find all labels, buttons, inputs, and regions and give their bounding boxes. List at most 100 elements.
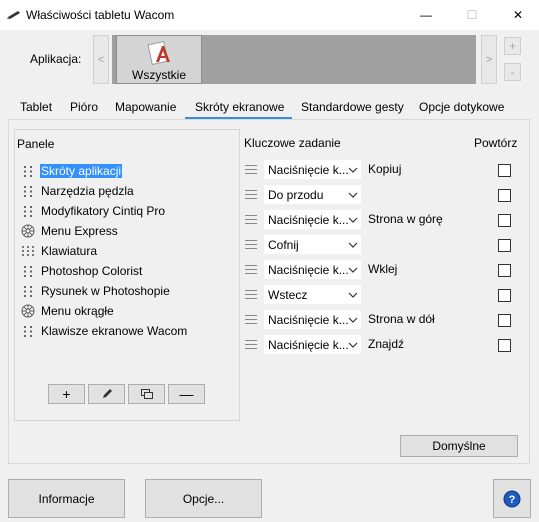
action-dropdown-value: Naciśnięcie k... [268,213,349,227]
duplicate-icon [140,389,153,399]
duplicate-panel-button[interactable] [128,384,165,404]
action-dropdown[interactable]: Wstecz [263,284,362,305]
defaults-button[interactable]: Domyślne [400,435,518,457]
grid-panel-icon [21,184,35,198]
tab-touch-options[interactable]: Opcje dotykowe [419,97,504,119]
drag-handle-icon[interactable] [245,290,257,299]
all-apps-icon [147,40,170,66]
tab-pen[interactable]: Pióro [70,97,98,119]
action-dropdown[interactable]: Do przodu [263,184,362,205]
repeat-checkbox[interactable] [498,264,511,277]
tab-mapping[interactable]: Mapowanie [115,97,176,119]
panels-header: Panele [17,137,55,151]
apps-scroll-right-button[interactable]: > [481,35,497,84]
assignment-label: Strona w górę [368,212,443,226]
assignment-row: Wstecz [244,284,524,306]
repeat-checkbox[interactable] [498,339,511,352]
action-dropdown-value: Naciśnięcie k... [268,263,349,277]
info-button[interactable]: Informacje [8,479,125,518]
repeat-checkbox[interactable] [498,239,511,252]
action-dropdown-value: Wstecz [268,288,308,302]
assignment-label: Kopiuj [368,162,402,176]
drag-handle-icon[interactable] [245,215,257,224]
wacom-pen-icon [7,11,20,19]
action-dropdown[interactable]: Naciśnięcie k... [263,259,362,280]
add-panel-button[interactable]: + [48,384,85,404]
panel-item-photoshop-colorist[interactable]: Photoshop Colorist [21,262,143,280]
radial-menu-icon [21,224,35,238]
apps-scroll-left-button[interactable]: < [93,35,109,84]
action-dropdown-value: Naciśnięcie k... [268,163,349,177]
radial-menu-icon [21,304,35,318]
repeat-header: Powtórz [474,136,518,150]
key-task-header: Kluczowe zadanie [244,136,341,150]
repeat-checkbox[interactable] [498,214,511,227]
panel-item-express-menu[interactable]: Menu Express [21,222,119,240]
drag-handle-icon[interactable] [245,315,257,324]
panel-item-label: Rysunek w Photoshopie [41,284,170,298]
panel-item-label: Skróty aplikacji [40,164,123,178]
panel-item-photoshop-drawing[interactable]: Rysunek w Photoshopie [21,282,171,300]
chevron-down-icon [348,342,358,348]
panel-item-keyboard[interactable]: Klawiatura [21,242,98,260]
action-dropdown-value: Naciśnięcie k... [268,338,349,352]
help-button[interactable]: ? [493,479,531,518]
panel-item-label: Narzędzia pędzla [41,184,134,198]
repeat-checkbox[interactable] [498,289,511,302]
repeat-checkbox[interactable] [498,164,511,177]
panel-item-label: Photoshop Colorist [41,264,143,278]
chevron-down-icon [348,267,358,273]
assignment-row: Do przodu [244,184,524,206]
panel-item-label: Menu okrągłe [41,304,114,318]
panel-item-cintiq-modifiers[interactable]: Modyfikatory Cintiq Pro [21,202,166,220]
panel-item-radial-menu[interactable]: Menu okrągłe [21,302,115,320]
edit-panel-button[interactable] [88,384,125,404]
window-title: Właściwości tabletu Wacom [26,8,175,22]
action-dropdown[interactable]: Naciśnięcie k... [263,309,362,330]
drag-handle-icon[interactable] [245,165,257,174]
remove-panel-button[interactable]: — [168,384,205,404]
tab-bar: Tablet Pióro Mapowanie Skróty ekranowe S… [8,97,530,119]
add-application-button[interactable]: + [504,37,521,55]
tab-tablet[interactable]: Tablet [20,97,52,119]
panel-item-app-shortcuts[interactable]: Skróty aplikacji [21,162,123,180]
chevron-down-icon [348,217,358,223]
repeat-checkbox[interactable] [498,314,511,327]
panel-item-label: Menu Express [41,224,118,238]
app-tile-label: Wszystkie [132,68,186,82]
assignment-label: Znajdź [368,337,405,351]
options-button[interactable]: Opcje... [145,479,262,518]
maximize-button[interactable]: ☐ [449,0,495,30]
grid-panel-icon [21,324,35,338]
close-button[interactable]: ✕ [495,0,539,30]
repeat-checkbox[interactable] [498,189,511,202]
assignment-row: Cofnij [244,234,524,256]
remove-application-button[interactable]: - [504,63,521,81]
tab-onscreen-controls[interactable]: Skróty ekranowe [195,97,284,119]
pencil-icon [102,389,112,398]
panel-item-brush-tools[interactable]: Narzędzia pędzla [21,182,135,200]
app-tile-all[interactable]: Wszystkie [116,35,202,84]
assignment-row: Naciśnięcie k... Strona w dół [244,309,524,331]
drag-handle-icon[interactable] [245,265,257,274]
tab-standard-gestures[interactable]: Standardowe gesty [301,97,404,119]
action-dropdown-value: Naciśnięcie k... [268,313,349,327]
assignment-label: Wklej [368,262,398,276]
chevron-down-icon [348,192,358,198]
minimize-button[interactable]: — [403,0,449,30]
action-dropdown[interactable]: Naciśnięcie k... [263,209,362,230]
assignment-row: Naciśnięcie k... Strona w górę [244,209,524,231]
drag-handle-icon[interactable] [245,190,257,199]
chevron-down-icon [348,292,358,298]
panel-item-wacom-onscreen-keys[interactable]: Klawisze ekranowe Wacom [21,322,188,340]
action-dropdown-value: Do przodu [268,188,324,202]
panel-item-label: Klawiatura [41,244,98,258]
action-dropdown[interactable]: Cofnij [263,234,362,255]
drag-handle-icon[interactable] [245,340,257,349]
drag-handle-icon[interactable] [245,240,257,249]
action-dropdown[interactable]: Naciśnięcie k... [263,334,362,355]
action-dropdown[interactable]: Naciśnięcie k... [263,159,362,180]
chevron-down-icon [348,242,358,248]
chevron-down-icon [348,167,358,173]
assignment-row: Naciśnięcie k... Kopiuj [244,159,524,181]
